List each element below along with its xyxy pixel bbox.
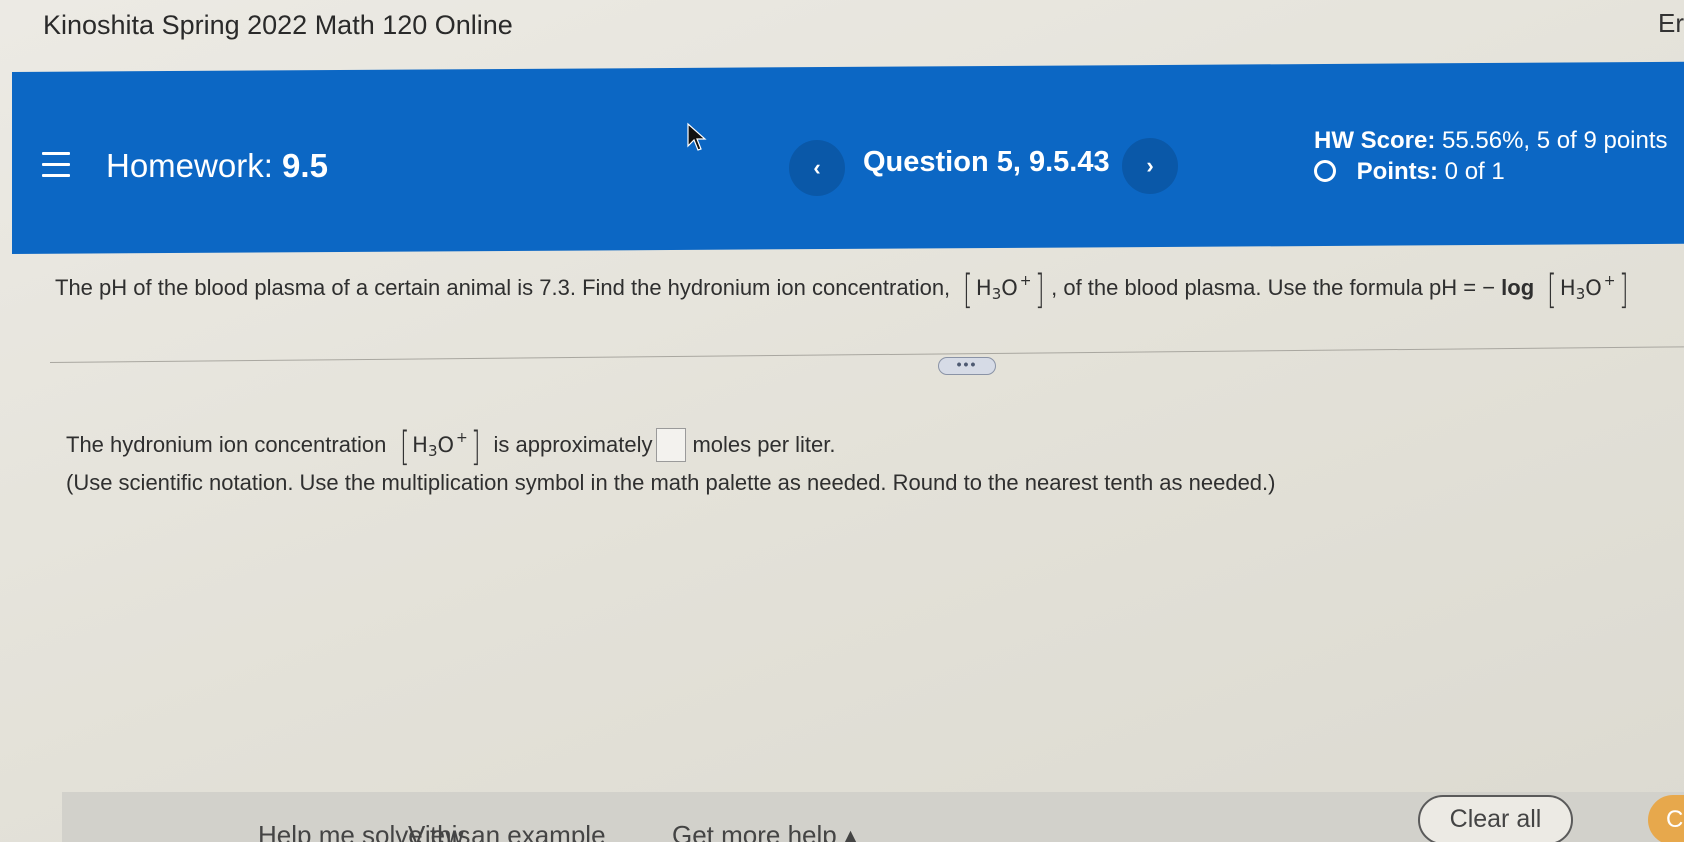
more-options-button[interactable]: ••• bbox=[938, 357, 996, 375]
page: Kinoshita Spring 2022 Math 120 Online Er… bbox=[0, 0, 1684, 842]
view-example-link[interactable]: View an example bbox=[408, 820, 606, 842]
answer-instruction: (Use scientific notation. Use the multip… bbox=[66, 470, 1276, 495]
get-more-help-link[interactable]: Get more help ▴ bbox=[672, 820, 857, 842]
course-right-text[interactable]: Er bbox=[1658, 8, 1684, 39]
homework-number: 9.5 bbox=[282, 147, 328, 184]
points-row: Points: 0 of 1 bbox=[1314, 158, 1505, 186]
mouse-pointer-icon bbox=[687, 122, 707, 151]
answer-line: The hydronium ion concentration [H3O +] i… bbox=[66, 427, 836, 467]
answer-prefix: The hydronium ion concentration bbox=[66, 432, 387, 457]
answer-suffix: moles per liter. bbox=[692, 432, 836, 457]
clear-all-button[interactable]: Clear all bbox=[1418, 795, 1573, 842]
next-question-button[interactable]: › bbox=[1122, 138, 1178, 194]
circle-status-icon bbox=[1314, 160, 1336, 182]
course-title: Kinoshita Spring 2022 Math 120 Online bbox=[43, 10, 513, 40]
course-bar: Kinoshita Spring 2022 Math 120 Online Er bbox=[0, 0, 1684, 70]
previous-question-button[interactable]: ‹ bbox=[789, 140, 845, 196]
hydronium-formula-2: [H3O +] bbox=[1547, 267, 1629, 313]
hydronium-formula-3: [H3O +] bbox=[399, 424, 481, 470]
question-text-before: The pH of the blood plasma of a certain … bbox=[55, 275, 951, 300]
homework-prefix: Homework: bbox=[106, 147, 273, 184]
homework-title: Homework: 9.5 bbox=[106, 147, 328, 185]
hw-score-value: 55.56%, 5 of 9 points bbox=[1442, 127, 1668, 154]
question-text-middle: , of the blood plasma. Use the formula p… bbox=[1051, 275, 1496, 300]
question-text: The pH of the blood plasma of a certain … bbox=[55, 270, 1635, 310]
points-value: 0 of 1 bbox=[1444, 158, 1505, 185]
question-label: Question 5, 9.5.43 bbox=[863, 146, 1110, 178]
hydronium-formula: [H3O +] bbox=[963, 267, 1045, 313]
hw-score: HW Score: 55.56%, 5 of 9 points bbox=[1314, 127, 1668, 155]
answer-input[interactable] bbox=[656, 428, 687, 462]
log-word: log bbox=[1501, 275, 1535, 300]
homework-header: Homework: 9.5 ‹ Question 5, 9.5.43 › HW … bbox=[12, 72, 1684, 254]
answer-middle: is approximately bbox=[493, 432, 653, 457]
menu-icon[interactable] bbox=[42, 152, 70, 178]
divider bbox=[49, 346, 1684, 363]
points-label: Points: bbox=[1356, 158, 1438, 185]
hw-score-label: HW Score: bbox=[1314, 127, 1436, 154]
